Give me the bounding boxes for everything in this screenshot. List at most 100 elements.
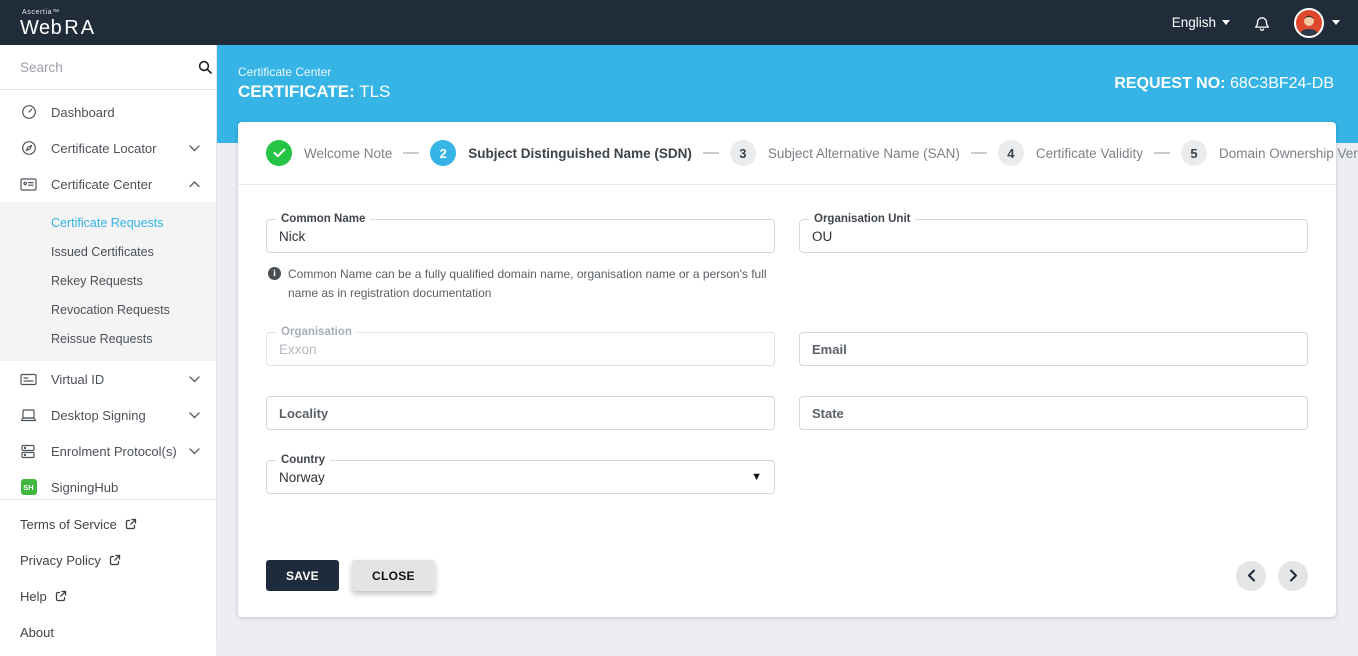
submenu-item-rekey-requests[interactable]: Rekey Requests	[0, 266, 216, 295]
step-label: Domain Ownership Verification	[1218, 145, 1358, 161]
signinghub-badge: SH	[20, 479, 37, 496]
sidebar-item-signinghub[interactable]: SH SigningHub	[0, 469, 216, 499]
common-name-info: i Common Name can be a fully qualified d…	[268, 265, 775, 302]
footer-link-label: Help	[20, 588, 47, 604]
certificate-card-icon	[20, 176, 37, 193]
organisation-unit-value: OU	[812, 228, 833, 244]
sidebar-footer: Terms of Service Privacy Policy Help Abo…	[0, 499, 216, 656]
organisation-unit-label: Organisation Unit	[809, 212, 916, 226]
sdn-form: Common Name Nick i Common Name can be a …	[238, 185, 1336, 495]
chevron-down-icon	[189, 375, 200, 383]
notifications-bell-icon[interactable]	[1252, 13, 1272, 33]
sidebar-item-label: Certificate Center	[51, 176, 153, 192]
wizard-stepper: Welcome Note 2 Subject Distinguished Nam…	[238, 122, 1358, 185]
sidebar-item-desktop-signing[interactable]: Desktop Signing	[0, 397, 216, 433]
sidebar-item-dashboard[interactable]: Dashboard	[0, 94, 216, 130]
chevron-down-icon	[189, 144, 200, 152]
sidebar-item-virtual-id[interactable]: Virtual ID	[0, 361, 216, 397]
footer-link-label: Terms of Service	[20, 516, 117, 532]
close-button[interactable]: CLOSE	[352, 560, 435, 591]
help-link[interactable]: Help	[0, 578, 216, 614]
check-icon	[266, 140, 292, 166]
chevron-up-icon	[189, 180, 200, 188]
submenu-item-issued-certificates[interactable]: Issued Certificates	[0, 237, 216, 266]
step-domain-ownership[interactable]: 5 Domain Ownership Verification	[1180, 140, 1358, 166]
external-link-icon	[55, 590, 67, 602]
submenu-label: Revocation Requests	[51, 302, 170, 317]
footer-link-label: Privacy Policy	[20, 552, 101, 568]
submenu-label: Certificate Requests	[51, 215, 164, 230]
state-field[interactable]: State	[799, 396, 1308, 431]
organisation-field: Organisation Exxon	[266, 325, 775, 367]
step-label: Subject Alternative Name (SAN)	[767, 145, 960, 161]
language-label: English	[1171, 15, 1216, 30]
submenu-item-certificate-requests[interactable]: Certificate Requests	[0, 208, 216, 237]
sidebar-item-label: Certificate Locator	[51, 140, 157, 156]
wizard-card: Welcome Note 2 Subject Distinguished Nam…	[238, 122, 1358, 617]
save-button[interactable]: SAVE	[266, 560, 339, 591]
submenu-item-reissue-requests[interactable]: Reissue Requests	[0, 324, 216, 353]
avatar	[1294, 7, 1324, 38]
step-welcome-note[interactable]: Welcome Note	[266, 140, 392, 166]
external-link-icon	[109, 554, 121, 566]
state-label: State	[812, 405, 844, 421]
about-link[interactable]: About	[0, 614, 216, 650]
sidebar-menu: Dashboard Certificate Locator Certificat…	[0, 90, 216, 499]
submenu-label: Reissue Requests	[51, 331, 153, 346]
step-label: Certificate Validity	[1035, 145, 1143, 161]
app-logo: Ascertia™ Web RA	[20, 7, 96, 38]
step-san[interactable]: 3 Subject Alternative Name (SAN)	[729, 140, 960, 166]
step-sdn[interactable]: 2 Subject Distinguished Name (SDN)	[430, 140, 692, 166]
next-step-button[interactable]	[1278, 560, 1308, 591]
sidebar-item-label: SigningHub	[51, 479, 119, 495]
email-field[interactable]: Email	[799, 332, 1308, 367]
request-number: REQUEST NO: 68C3BF24-DB	[1114, 75, 1334, 92]
wizard-actions: SAVE CLOSE	[238, 560, 1336, 617]
locality-label: Locality	[279, 405, 329, 421]
laptop-icon	[20, 407, 37, 424]
brand-ascertia-label: Ascertia™	[22, 9, 60, 16]
sidebar-item-enrolment-protocols[interactable]: Enrolment Protocol(s)	[0, 433, 216, 469]
chevron-down-icon	[189, 447, 200, 455]
protocol-icon	[20, 443, 37, 460]
main-content: Certificate Center CERTIFICATE: TLS REQU…	[217, 45, 1358, 642]
chevron-down-icon	[189, 411, 200, 419]
compass-icon	[20, 140, 37, 157]
external-link-icon	[125, 518, 137, 530]
privacy-policy-link[interactable]: Privacy Policy	[0, 542, 216, 578]
country-value: Norway	[279, 469, 325, 485]
language-dropdown[interactable]: English	[1172, 15, 1230, 30]
step-number: 4	[997, 140, 1024, 166]
dashboard-gauge-icon	[20, 104, 37, 121]
sidebar-search	[0, 45, 216, 90]
brand-webra-label: Web RA	[20, 17, 97, 39]
step-label: Welcome Note	[304, 145, 393, 161]
sidebar-item-certificate-center[interactable]: Certificate Center	[0, 166, 216, 202]
search-icon[interactable]	[197, 59, 213, 75]
dropdown-arrow-icon: ▼	[751, 471, 762, 484]
previous-step-button[interactable]	[1236, 560, 1266, 591]
step-number: 5	[1180, 140, 1207, 166]
search-input[interactable]	[20, 59, 197, 75]
sidebar-item-certificate-locator[interactable]: Certificate Locator	[0, 130, 216, 166]
common-name-value: Nick	[279, 228, 306, 244]
common-name-label: Common Name	[276, 212, 371, 226]
breadcrumb: Certificate Center	[238, 65, 332, 79]
user-menu[interactable]	[1294, 7, 1340, 38]
submenu-item-revocation-requests[interactable]: Revocation Requests	[0, 295, 216, 324]
chevron-down-icon	[1222, 20, 1230, 25]
submenu-label: Rekey Requests	[51, 273, 143, 288]
step-number: 2	[430, 140, 457, 166]
submenu-label: Issued Certificates	[51, 244, 154, 259]
locality-field[interactable]: Locality	[266, 396, 775, 431]
country-select[interactable]: Country Norway ▼	[266, 453, 775, 495]
organisation-unit-field[interactable]: Organisation Unit OU	[799, 212, 1308, 253]
page-title: CERTIFICATE: TLS	[238, 82, 391, 101]
step-certificate-validity[interactable]: 4 Certificate Validity	[997, 140, 1143, 166]
country-label: Country	[276, 453, 331, 468]
top-bar: Ascertia™ Web RA English	[0, 0, 1358, 45]
terms-of-service-link[interactable]: Terms of Service	[0, 506, 216, 542]
common-name-field[interactable]: Common Name Nick	[266, 212, 775, 253]
step-connector	[403, 152, 420, 154]
email-label: Email	[812, 341, 847, 357]
